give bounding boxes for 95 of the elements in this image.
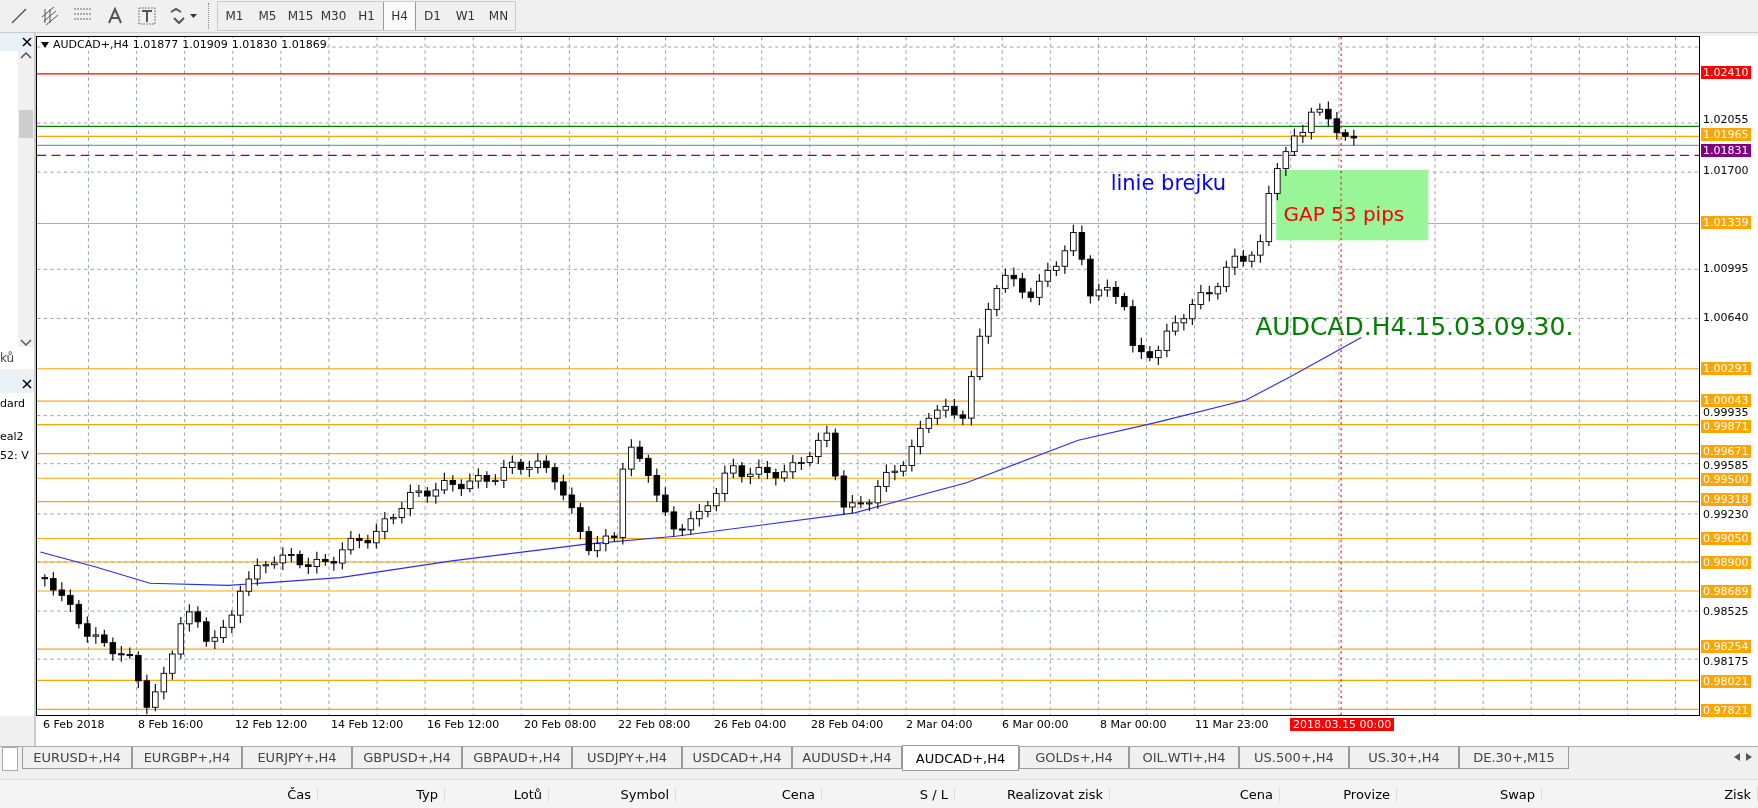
- column-header[interactable]: Symbol: [549, 786, 676, 802]
- ohlc-value: 1.01830: [231, 38, 278, 51]
- chart-tab[interactable]: USDJPY+,H4: [572, 747, 682, 769]
- chart-tab[interactable]: EURUSD+,H4: [22, 747, 132, 769]
- timeframe-button[interactable]: H4: [383, 2, 416, 30]
- gap-label: GAP 53 pips: [1283, 202, 1405, 227]
- price-label: 1.00043: [1701, 394, 1751, 407]
- price-label: 0.99871: [1701, 420, 1751, 433]
- price-label: 1.00291: [1701, 362, 1751, 375]
- time-label: 2018.03.15 00:00: [1290, 718, 1395, 731]
- chart-tab[interactable]: US.30+,H4: [1349, 747, 1459, 769]
- time-label: 11 Mar 23:00: [1194, 718, 1270, 731]
- time-label: 16 Feb 12:00: [426, 718, 501, 731]
- price-label: 1.01965: [1701, 128, 1751, 141]
- price-label: 0.99318: [1701, 493, 1751, 506]
- price-label: 1.01339: [1701, 216, 1751, 229]
- dropdown-triangle-icon[interactable]: [41, 41, 49, 48]
- price-label: 1.01700: [1702, 164, 1750, 177]
- price-label: 0.98175: [1702, 655, 1750, 668]
- price-label: 0.98021: [1701, 675, 1751, 688]
- chart-tab[interactable]: AUDCAD+,H4: [902, 745, 1019, 771]
- column-header[interactable]: Provize: [1280, 786, 1397, 802]
- chart-tab[interactable]: AUDUSD+,H4: [792, 747, 902, 769]
- column-header[interactable]: Cena: [1110, 786, 1280, 802]
- price-label: 0.99585: [1702, 459, 1750, 472]
- column-header[interactable]: Cena: [676, 786, 822, 802]
- column-header[interactable]: Swap: [1397, 786, 1542, 802]
- column-header[interactable]: S / L: [822, 786, 955, 802]
- scroll-right-icon[interactable]: [1746, 753, 1752, 761]
- chart-tab[interactable]: EURJPY+,H4: [242, 747, 352, 769]
- time-label: 22 Feb 08:00: [617, 718, 692, 731]
- scroll-up-icon[interactable]: [20, 51, 32, 59]
- timeframe-button[interactable]: W1: [449, 2, 482, 30]
- chart-tab[interactable]: USDCAD+,H4: [682, 747, 792, 769]
- breakout-line-label: linie brejku: [1110, 171, 1227, 196]
- timeframe-button[interactable]: M30: [317, 2, 350, 30]
- time-label: 12 Feb 12:00: [234, 718, 309, 731]
- price-label: 1.00995: [1702, 262, 1750, 275]
- column-header[interactable]: Realizovat zisk: [955, 786, 1110, 802]
- price-label: 0.98525: [1702, 605, 1750, 618]
- column-header[interactable]: Lotů: [445, 786, 549, 802]
- chart-tab[interactable]: OIL.WTI+,H4: [1129, 747, 1239, 769]
- price-label: 0.99050: [1701, 532, 1751, 545]
- price-label: 1.02055: [1702, 113, 1750, 126]
- line-tool-icon[interactable]: [9, 6, 29, 26]
- time-label: 28 Feb 04:00: [810, 718, 885, 731]
- time-label: 8 Feb 16:00: [137, 718, 205, 731]
- price-label: 1.00640: [1702, 311, 1750, 324]
- time-label: 20 Feb 08:00: [523, 718, 598, 731]
- panel-text: dard: [0, 397, 27, 410]
- chart-tab[interactable]: GBPUSD+,H4: [352, 747, 462, 769]
- price-label: 0.99935: [1702, 406, 1750, 419]
- chart-tab[interactable]: GBPAUD+,H4: [462, 747, 572, 769]
- scrollbar[interactable]: [18, 51, 34, 347]
- time-label: 6 Feb 2018: [42, 718, 106, 731]
- ohlc-value: 1.01869: [281, 38, 327, 51]
- text-tool-icon[interactable]: [105, 6, 125, 26]
- price-label: 0.99500: [1701, 473, 1751, 486]
- scroll-down-icon[interactable]: [20, 339, 32, 347]
- time-label: 26 Feb 04:00: [713, 718, 788, 731]
- chart-tab[interactable]: GOLDs+,H4: [1019, 747, 1129, 769]
- chart-stamp-label: AUDCAD.H4.15.03.09.30.: [1255, 311, 1574, 341]
- panel-text: 52: V: [0, 449, 30, 462]
- chart-tab[interactable]: DE.30+,M15: [1459, 747, 1569, 769]
- timeframe-button[interactable]: MN: [482, 2, 515, 30]
- price-label: 0.98689: [1701, 585, 1751, 598]
- time-label: 2 Mar 04:00: [905, 718, 974, 731]
- price-label: 0.99671: [1701, 445, 1751, 458]
- price-label: 0.98254: [1701, 640, 1751, 653]
- price-label: 1.02410: [1701, 66, 1751, 79]
- price-label: 0.99230: [1702, 508, 1750, 521]
- scroll-thumb[interactable]: [19, 110, 33, 138]
- time-label: 6 Mar 00:00: [1001, 718, 1070, 731]
- price-label: 1.01831: [1701, 144, 1751, 157]
- ohlc-value: 1.01877: [132, 38, 179, 51]
- price-label: 0.98900: [1701, 556, 1751, 569]
- panel-tab[interactable]: ků: [0, 347, 34, 369]
- chart-tab[interactable]: US.500+,H4: [1239, 747, 1349, 769]
- timeframe-button[interactable]: M15: [284, 2, 317, 30]
- ohlc-value: 1.01909: [182, 38, 228, 51]
- chart-tab[interactable]: EURGBP+,H4: [132, 747, 242, 769]
- timeframe-button[interactable]: M5: [251, 2, 284, 30]
- timeframe-button[interactable]: H1: [350, 2, 383, 30]
- time-label: 14 Feb 12:00: [330, 718, 405, 731]
- timeframe-button[interactable]: M1: [218, 2, 251, 30]
- text-label-tool-icon[interactable]: [137, 6, 157, 26]
- panel-text: eal2: [0, 430, 25, 443]
- column-header[interactable]: Čas: [0, 786, 318, 802]
- time-label: 8 Mar 00:00: [1099, 718, 1168, 731]
- column-header[interactable]: Zisk: [1542, 786, 1758, 802]
- column-header[interactable]: Typ: [318, 786, 445, 802]
- timeframe-button[interactable]: D1: [416, 2, 449, 30]
- chart-symbol: AUDCAD+,H4: [53, 38, 129, 51]
- price-label: 0.97821: [1701, 704, 1751, 717]
- scroll-left-icon[interactable]: [1734, 753, 1740, 761]
